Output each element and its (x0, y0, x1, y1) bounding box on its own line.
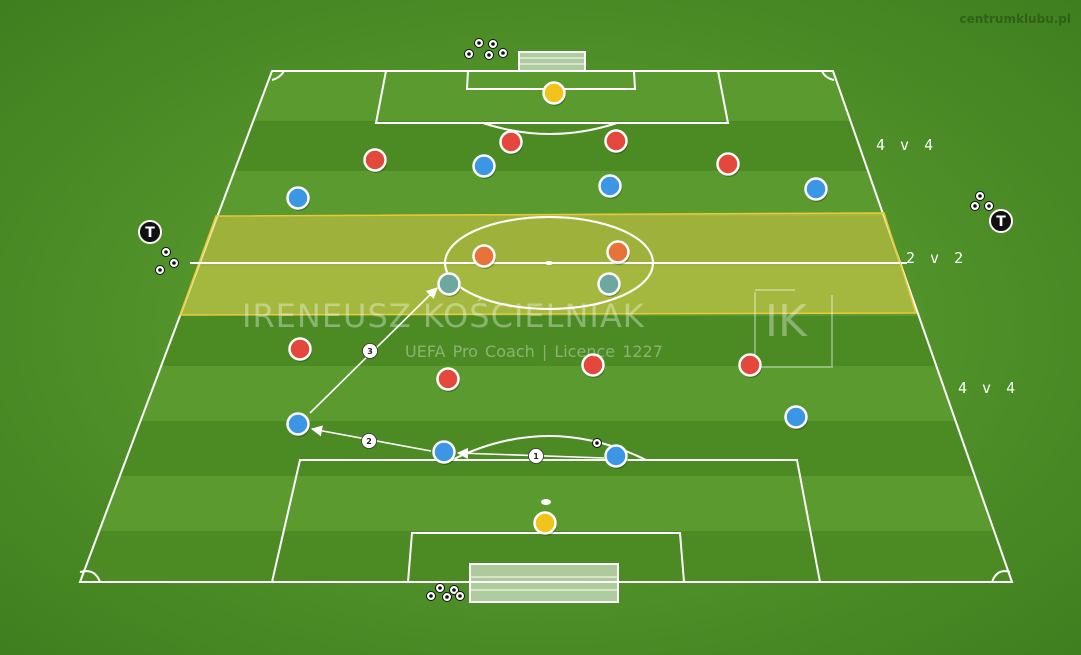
penalty-spot (541, 499, 551, 505)
ball-icon (975, 191, 985, 201)
ball-icon (474, 38, 484, 48)
player-teal (597, 272, 621, 296)
ball-icon (161, 247, 171, 257)
player-blue (784, 405, 808, 429)
ball-icon (435, 583, 445, 593)
training-diagram: 1 2 3 T T centrumklubu.pl 4 v 4 2 v 2 4 v 4… (0, 0, 1081, 655)
ball-icon (464, 49, 474, 59)
center-spot-over-zone (545, 261, 553, 265)
player-red (604, 129, 628, 153)
player-orange (472, 244, 496, 268)
player-blue (286, 412, 310, 436)
site-credit: centrumklubu.pl (959, 12, 1071, 26)
player-orange (606, 240, 630, 264)
coach-marker: T (989, 209, 1013, 233)
ball-icon (455, 591, 465, 601)
player-red (436, 367, 460, 391)
ball-icon (592, 438, 602, 448)
ball-icon (970, 201, 980, 211)
ball-icon (498, 48, 508, 58)
player-blue (432, 440, 456, 464)
player-teal (437, 272, 461, 296)
watermark-name: IRENEUSZ KOŚCIELNIAK (242, 297, 645, 335)
goalkeeper-top (542, 81, 566, 105)
ball-icon (155, 265, 165, 275)
player-blue (286, 186, 310, 210)
ball-icon (484, 50, 494, 60)
ball-icon (488, 39, 498, 49)
player-blue (598, 174, 622, 198)
player-red (499, 130, 523, 154)
ball-icon (984, 201, 994, 211)
player-blue (604, 444, 628, 468)
player-red (288, 337, 312, 361)
zone-label-top: 4 v 4 (876, 136, 937, 154)
pass-badge-number: 3 (367, 347, 373, 356)
ball-icon (169, 258, 179, 268)
watermark-logo-text: IK (765, 296, 807, 347)
player-red (363, 148, 387, 172)
top-goal (518, 51, 586, 72)
coach-letter: T (996, 214, 1006, 230)
player-blue (472, 154, 496, 178)
watermark-subtitle: UEFA Pro Coach | Licence 1227 (405, 342, 663, 361)
ball-icon (442, 592, 452, 602)
bottom-goal (469, 563, 619, 603)
player-blue (804, 177, 828, 201)
zone-label-bottom: 4 v 4 (958, 379, 1019, 397)
player-red (738, 353, 762, 377)
ball-icon (426, 591, 436, 601)
pass-badge-number: 2 (366, 437, 372, 446)
coach-letter: T (145, 225, 155, 241)
coach-marker: T (138, 220, 162, 244)
player-red (716, 152, 740, 176)
pass-badge-number: 1 (533, 452, 539, 461)
zone-label-middle: 2 v 2 (906, 249, 967, 267)
goalkeeper-bottom (533, 511, 557, 535)
